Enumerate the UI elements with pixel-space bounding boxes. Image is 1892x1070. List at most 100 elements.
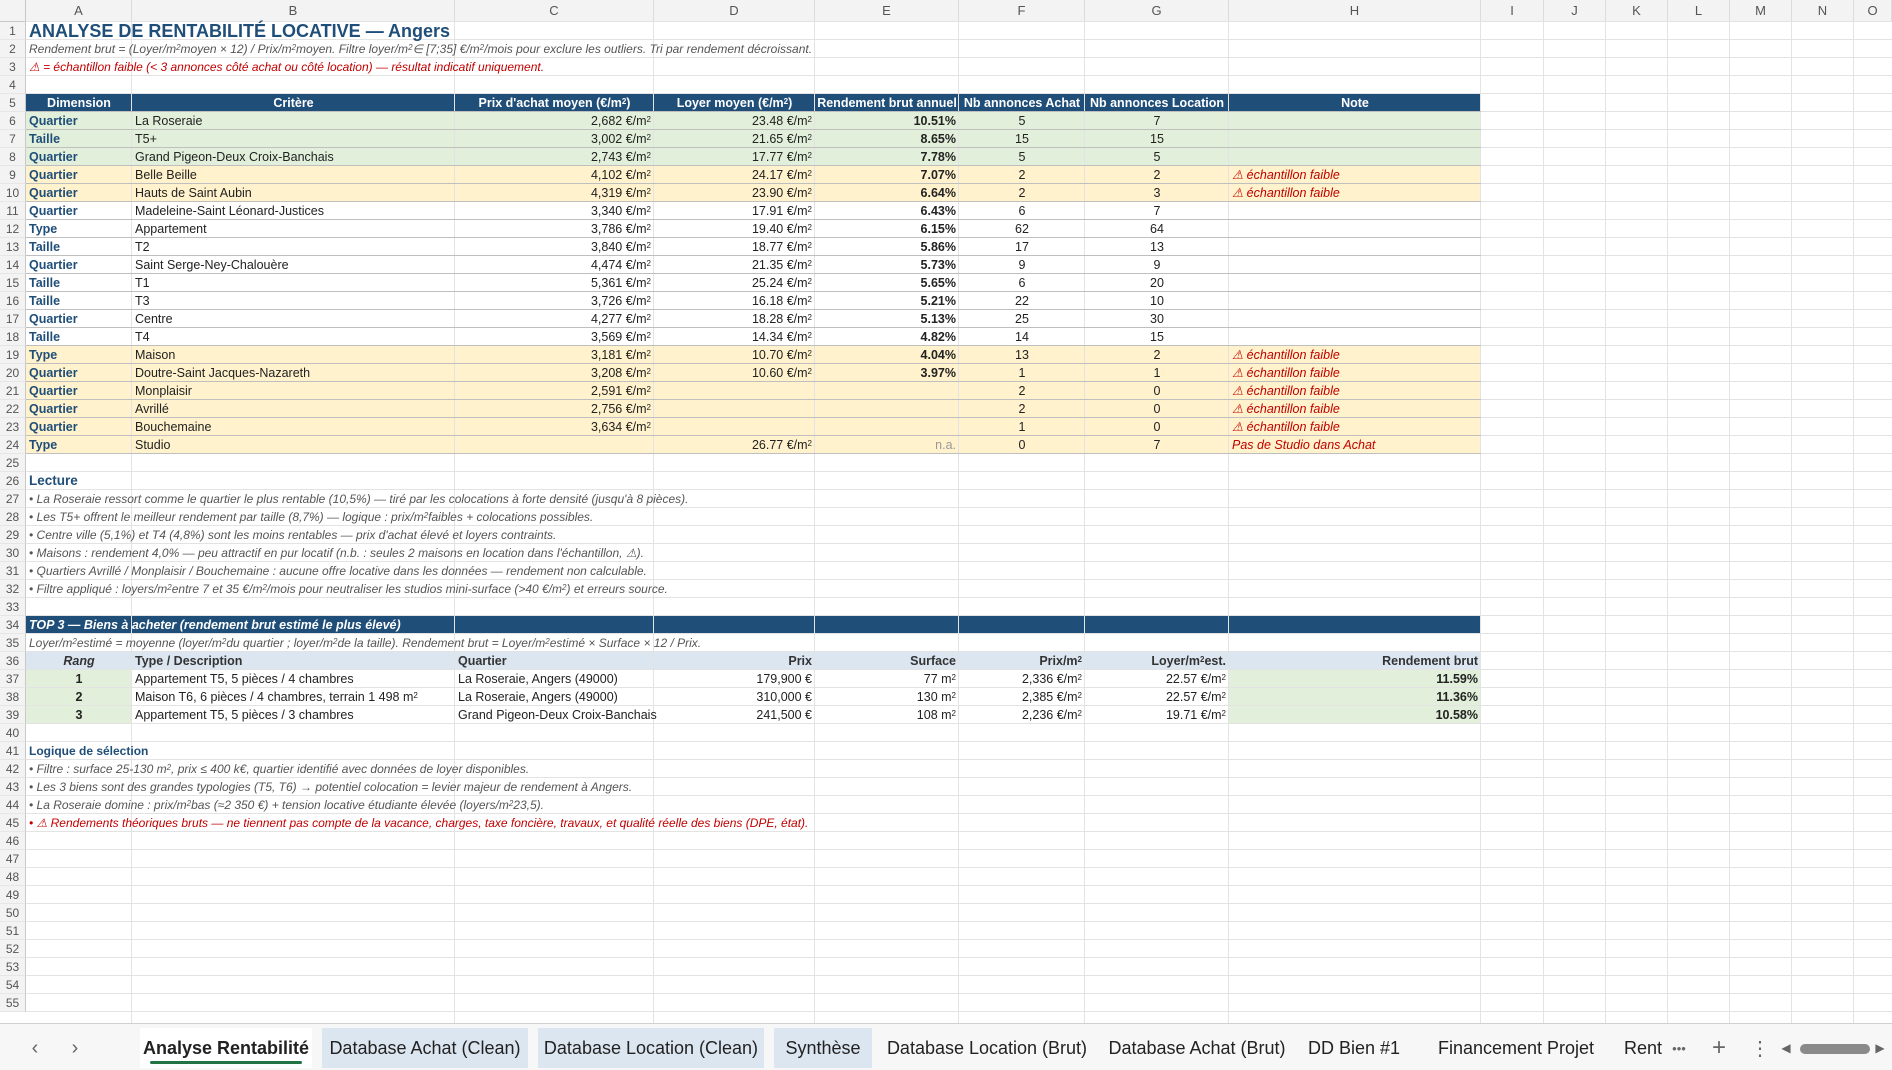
tab-dd-bien-1[interactable]: DD Bien #1 bbox=[1302, 1028, 1406, 1068]
purchase-count-cell[interactable]: 15 bbox=[959, 130, 1085, 148]
tab-analyse-rentabilite[interactable]: Analyse Rentabilité bbox=[140, 1028, 312, 1068]
purchase-count-cell[interactable]: 13 bbox=[959, 346, 1085, 364]
row-header-44[interactable]: 44 bbox=[0, 796, 26, 814]
row-header-39[interactable]: 39 bbox=[0, 706, 26, 724]
dimension-cell[interactable]: Quartier bbox=[26, 310, 132, 328]
criterion-cell[interactable]: Saint Serge-Ney-Chalouère bbox=[132, 256, 455, 274]
rental-count-cell[interactable]: 15 bbox=[1085, 328, 1229, 346]
column-header-K[interactable]: K bbox=[1606, 0, 1668, 22]
top3-quartier-cell[interactable]: Grand Pigeon-Deux Croix-Banchais bbox=[455, 706, 657, 724]
row-header-41[interactable]: 41 bbox=[0, 742, 26, 760]
row-header-35[interactable]: 35 bbox=[0, 634, 26, 652]
top3-rang-cell[interactable]: 1 bbox=[26, 670, 132, 688]
yield-cell[interactable]: n.a. bbox=[815, 436, 959, 454]
row-header-29[interactable]: 29 bbox=[0, 526, 26, 544]
purchase-price-cell[interactable]: 3,208 €/m 2 bbox=[455, 364, 654, 382]
criterion-cell[interactable]: Doutre-Saint Jacques-Nazareth bbox=[132, 364, 455, 382]
purchase-price-cell[interactable]: 3,181 €/m 2 bbox=[455, 346, 654, 364]
yield-cell[interactable]: 5.13% bbox=[815, 310, 959, 328]
rent-cell[interactable]: 14.34 €/m 2 bbox=[654, 328, 815, 346]
rent-cell[interactable]: 21.35 €/m 2 bbox=[654, 256, 815, 274]
yield-cell[interactable] bbox=[815, 400, 959, 418]
note-cell[interactable] bbox=[1229, 274, 1481, 292]
criterion-cell[interactable]: T4 bbox=[132, 328, 455, 346]
top3-surface-cell[interactable]: 130 m2 bbox=[815, 688, 959, 706]
column-header-O[interactable]: O bbox=[1854, 0, 1892, 22]
row-header-17[interactable]: 17 bbox=[0, 310, 26, 328]
purchase-price-cell[interactable]: 4,474 €/m 2 bbox=[455, 256, 654, 274]
purchase-count-cell[interactable]: 62 bbox=[959, 220, 1085, 238]
purchase-price-cell[interactable]: 4,319 €/m 2 bbox=[455, 184, 654, 202]
criterion-cell[interactable]: Avrillé bbox=[132, 400, 455, 418]
column-header-M[interactable]: M bbox=[1730, 0, 1792, 22]
rent-cell[interactable]: 18.77 €/m 2 bbox=[654, 238, 815, 256]
purchase-count-cell[interactable]: 5 bbox=[959, 148, 1085, 166]
note-cell[interactable] bbox=[1229, 292, 1481, 310]
top3-prixm2-cell[interactable]: 2,236 €/m 2 bbox=[959, 706, 1085, 724]
note-cell[interactable] bbox=[1229, 202, 1481, 220]
row-header-9[interactable]: 9 bbox=[0, 166, 26, 184]
note-cell[interactable]: ⚠ échantillon faible bbox=[1229, 184, 1481, 202]
top3-rend-cell[interactable]: 11.59% bbox=[1229, 670, 1481, 688]
rental-count-cell[interactable]: 15 bbox=[1085, 130, 1229, 148]
criterion-cell[interactable]: Belle Beille bbox=[132, 166, 455, 184]
purchase-count-cell[interactable]: 0 bbox=[959, 436, 1085, 454]
rental-count-cell[interactable]: 2 bbox=[1085, 346, 1229, 364]
purchase-price-cell[interactable]: 2,591 €/m 2 bbox=[455, 382, 654, 400]
row-header-10[interactable]: 10 bbox=[0, 184, 26, 202]
row-header-13[interactable]: 13 bbox=[0, 238, 26, 256]
note-cell[interactable]: ⚠ échantillon faible bbox=[1229, 382, 1481, 400]
dimension-cell[interactable]: Taille bbox=[26, 130, 132, 148]
column-header-A[interactable]: A bbox=[26, 0, 132, 22]
note-cell[interactable]: Pas de Studio dans Achat bbox=[1229, 436, 1481, 454]
rental-count-cell[interactable]: 9 bbox=[1085, 256, 1229, 274]
tab-synthese[interactable]: Synthèse bbox=[774, 1028, 872, 1068]
purchase-count-cell[interactable]: 14 bbox=[959, 328, 1085, 346]
rental-count-cell[interactable]: 13 bbox=[1085, 238, 1229, 256]
criterion-cell[interactable]: Appartement bbox=[132, 220, 455, 238]
dimension-cell[interactable]: Quartier bbox=[26, 112, 132, 130]
dimension-cell[interactable]: Taille bbox=[26, 292, 132, 310]
criterion-cell[interactable]: T2 bbox=[132, 238, 455, 256]
note-cell[interactable] bbox=[1229, 328, 1481, 346]
row-header-18[interactable]: 18 bbox=[0, 328, 26, 346]
note-cell[interactable]: ⚠ échantillon faible bbox=[1229, 346, 1481, 364]
sheet-options-icon[interactable]: ⋮ bbox=[1745, 1032, 1775, 1064]
column-header-H[interactable]: H bbox=[1229, 0, 1481, 22]
criterion-cell[interactable]: T3 bbox=[132, 292, 455, 310]
row-header-52[interactable]: 52 bbox=[0, 940, 26, 958]
dimension-cell[interactable]: Taille bbox=[26, 238, 132, 256]
top3-loyer-cell[interactable]: 22.57 €/m 2 bbox=[1085, 688, 1229, 706]
row-header-16[interactable]: 16 bbox=[0, 292, 26, 310]
yield-cell[interactable]: 5.73% bbox=[815, 256, 959, 274]
yield-cell[interactable]: 6.64% bbox=[815, 184, 959, 202]
criterion-cell[interactable]: La Roseraie bbox=[132, 112, 455, 130]
tab-database-location-brut[interactable]: Database Location (Brut) bbox=[882, 1028, 1092, 1068]
rent-cell[interactable]: 18.28 €/m 2 bbox=[654, 310, 815, 328]
row-header-1[interactable]: 1 bbox=[0, 22, 26, 40]
row-header-7[interactable]: 7 bbox=[0, 130, 26, 148]
yield-cell[interactable]: 4.82% bbox=[815, 328, 959, 346]
row-header-4[interactable]: 4 bbox=[0, 76, 26, 94]
column-header-J[interactable]: J bbox=[1544, 0, 1606, 22]
top3-surface-cell[interactable]: 108 m2 bbox=[815, 706, 959, 724]
row-header-12[interactable]: 12 bbox=[0, 220, 26, 238]
column-header-L[interactable]: L bbox=[1668, 0, 1730, 22]
purchase-count-cell[interactable]: 2 bbox=[959, 184, 1085, 202]
row-header-43[interactable]: 43 bbox=[0, 778, 26, 796]
row-header-24[interactable]: 24 bbox=[0, 436, 26, 454]
top3-quartier-cell[interactable]: La Roseraie, Angers (49000) bbox=[455, 688, 654, 706]
note-cell[interactable]: ⚠ échantillon faible bbox=[1229, 364, 1481, 382]
rent-cell[interactable]: 19.40 €/m 2 bbox=[654, 220, 815, 238]
purchase-count-cell[interactable]: 25 bbox=[959, 310, 1085, 328]
rent-cell[interactable]: 21.65 €/m 2 bbox=[654, 130, 815, 148]
column-header-B[interactable]: B bbox=[132, 0, 455, 22]
yield-cell[interactable]: 5.65% bbox=[815, 274, 959, 292]
purchase-price-cell[interactable]: 2,743 €/m 2 bbox=[455, 148, 654, 166]
row-header-27[interactable]: 27 bbox=[0, 490, 26, 508]
purchase-price-cell[interactable]: 3,634 €/m 2 bbox=[455, 418, 654, 436]
select-all-corner[interactable] bbox=[0, 0, 26, 22]
row-header-5[interactable]: 5 bbox=[0, 94, 26, 112]
yield-cell[interactable]: 6.43% bbox=[815, 202, 959, 220]
dimension-cell[interactable]: Quartier bbox=[26, 202, 132, 220]
